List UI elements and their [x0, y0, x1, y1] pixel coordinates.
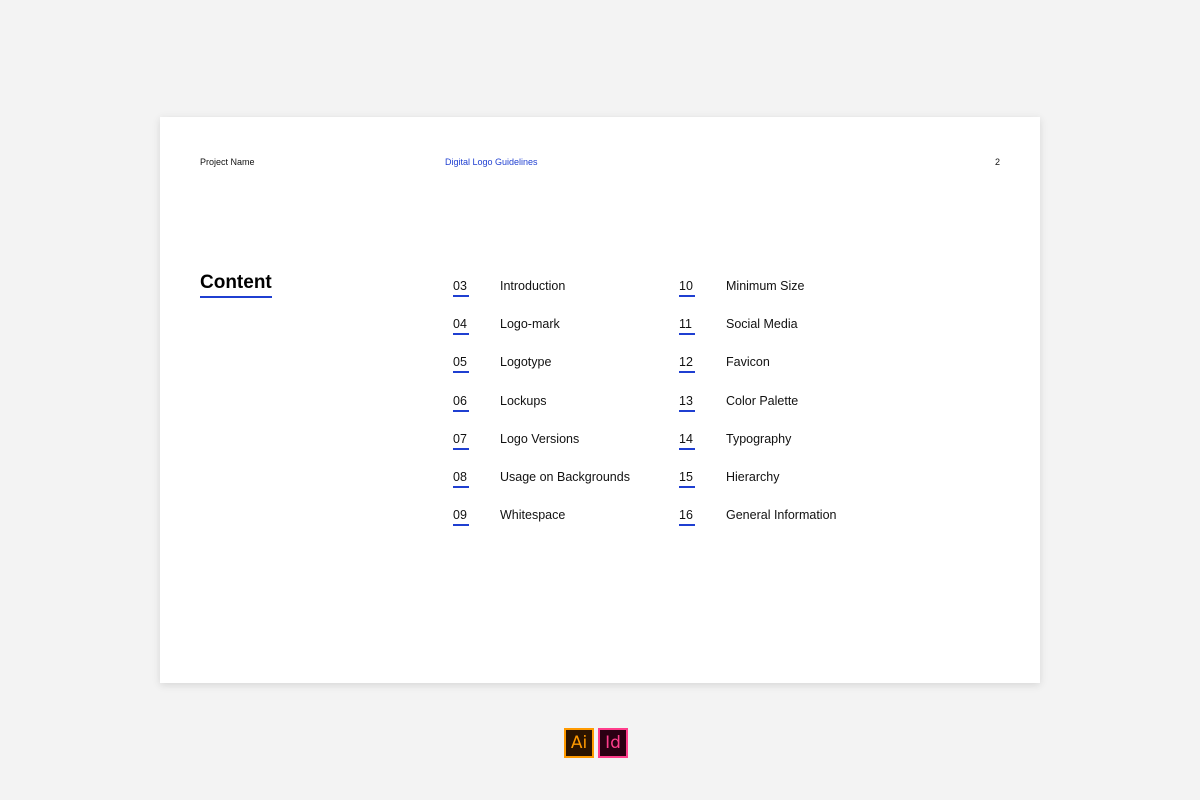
- page-number: 2: [994, 157, 1000, 167]
- toc-number: 06: [453, 394, 469, 412]
- toc-number: 04: [453, 317, 469, 336]
- toc-label: Logo Versions: [500, 431, 580, 446]
- toc-label: Social Media: [726, 317, 798, 332]
- toc-label: General Information: [726, 508, 837, 523]
- toc-number: 13: [679, 394, 695, 412]
- toc-label: Hierarchy: [726, 469, 780, 484]
- adobe-indesign-icon: Id: [598, 728, 628, 758]
- toc-number: 11: [679, 317, 695, 336]
- toc-number: 12: [679, 355, 695, 374]
- adobe-illustrator-icon: Ai: [564, 728, 594, 758]
- toc-label: Lockups: [500, 393, 547, 408]
- toc-number: 15: [679, 470, 695, 488]
- toc-number: 03: [453, 279, 469, 297]
- toc-label: Usage on Backgrounds: [500, 469, 630, 484]
- project-name: Project Name: [200, 157, 255, 167]
- document-title: Digital Logo Guidelines: [445, 157, 538, 167]
- toc-number: 10: [679, 279, 695, 297]
- toc-number: 09: [453, 508, 469, 527]
- section-title: Content: [200, 272, 272, 298]
- toc-label: Color Palette: [726, 393, 799, 408]
- toc-label: Whitespace: [500, 508, 566, 523]
- toc-number: 14: [679, 432, 695, 450]
- toc-number: 08: [453, 470, 469, 488]
- toc-label: Logo-mark: [500, 317, 560, 332]
- document-page: Project Name Digital Logo Guidelines 2 C…: [160, 117, 1040, 683]
- toc-label: Favicon: [726, 355, 770, 370]
- toc-label: Introduction: [500, 279, 566, 293]
- toc-number: 07: [453, 432, 469, 450]
- toc-label: Logotype: [500, 355, 552, 370]
- toc-label: Minimum Size: [726, 279, 805, 293]
- toc-number: 05: [453, 355, 469, 374]
- app-icons: Ai Id: [564, 728, 628, 758]
- toc-number: 16: [679, 508, 695, 527]
- toc-label: Typography: [726, 431, 792, 446]
